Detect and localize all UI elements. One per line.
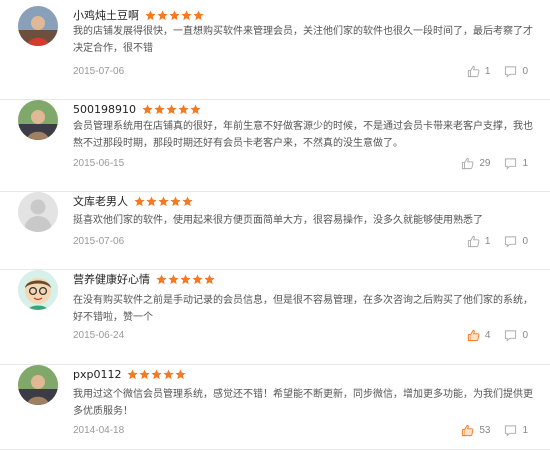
star-icon [134,195,145,207]
reviewer-name[interactable]: 小鸡炖土豆啊 [73,7,139,23]
review-header: 500198910 [73,101,202,117]
star-icon [166,103,177,115]
review-actions: 40 [453,329,528,342]
like-button[interactable]: 4 [467,329,491,342]
thumbs-up-icon [467,329,485,342]
comment-count: 1 [522,425,528,436]
star-icon [170,195,181,207]
star-rating [156,273,216,285]
like-button[interactable]: 1 [467,65,491,78]
photo-avatar-icon[interactable] [18,100,58,140]
review-actions: 53 1 [447,424,528,437]
review-actions: 10 [453,65,528,78]
thumbs-up-icon [461,157,479,170]
star-icon [163,368,175,380]
star-icon [169,9,180,21]
review-actions: 29 1 [447,157,528,170]
like-count: 53 [479,425,491,436]
review-date: 2015-06-15 [73,158,125,169]
like-button[interactable]: 53 [461,424,490,437]
review-header: 营养健康好心情 [73,271,216,287]
review-item: 文库老男人挺喜欢他们家的软件，使用起来很方便页面简单大方，很容易操作，没多久就能… [0,192,550,270]
reviewer-name[interactable]: 文库老男人 [73,193,128,209]
reviewer-name[interactable]: 营养健康好心情 [73,271,150,287]
star-icon [145,9,156,21]
star-icon [204,273,215,285]
review-header: 小鸡炖土豆啊 [73,7,205,23]
review-list: 小鸡炖土豆啊我的店铺发展得很快，一直想购买软件来管理会员，关注他们家的软件也很久… [0,0,550,450]
like-button[interactable]: 29 [461,157,490,170]
star-rating [127,368,187,380]
review-header: 文库老男人 [73,193,194,209]
like-count: 1 [484,66,491,77]
review-actions: 10 [453,235,528,248]
review-text: 会员管理系统用在店铺真的很好，年前生意不好做客源少的时候，不是通过会员卡带来老客… [73,121,533,149]
thumbs-up-icon [461,424,479,437]
star-icon [175,368,187,380]
star-icon [178,103,189,115]
star-icon [182,195,193,207]
comment-count: 0 [522,330,528,341]
star-rating [145,9,205,21]
comment-count: 0 [522,236,528,247]
review-date: 2015-07-06 [73,66,125,77]
like-count: 29 [479,158,491,169]
photo-avatar-icon[interactable] [18,365,58,405]
review-text: 在没有购买软件之前是手动记录的会员信息，但是很不容易管理，在多次咨询之后购买了他… [73,295,533,323]
comment-button[interactable]: 0 [504,329,528,342]
like-button[interactable]: 1 [467,235,491,248]
star-icon [157,9,168,21]
review-date: 2015-06-24 [73,330,125,341]
star-icon [168,273,179,285]
star-icon [180,273,191,285]
review-item: 小鸡炖土豆啊我的店铺发展得很快，一直想购买软件来管理会员，关注他们家的软件也很久… [0,6,550,100]
comment-icon [504,157,522,170]
thumbs-up-icon [467,65,485,78]
star-icon [156,273,167,285]
star-rating [142,103,202,115]
review-date: 2014-04-18 [73,425,125,436]
comment-button[interactable]: 1 [504,157,528,170]
comment-icon [504,424,522,437]
star-icon [151,368,163,380]
review-item: 营养健康好心情在没有购买软件之前是手动记录的会员信息，但是很不容易管理，在多次咨… [0,270,550,365]
comment-icon [504,65,522,78]
star-icon [139,368,151,380]
comment-count: 0 [522,66,528,77]
like-count: 4 [484,330,491,341]
reviewer-name[interactable]: pxp0112 [73,368,121,381]
star-icon [142,103,153,115]
review-date: 2015-07-06 [73,236,125,247]
comment-button[interactable]: 0 [504,235,528,248]
thumbs-up-icon [467,235,485,248]
review-header: pxp0112 [73,366,187,382]
comment-icon [504,329,522,342]
default-avatar-icon[interactable] [18,192,58,232]
star-rating [134,195,194,207]
review-text: 我用过这个微信会员管理系统，感觉还不错！希望能不断更新，同步微信，增加更多功能，… [73,389,533,417]
comment-button[interactable]: 0 [504,65,528,78]
star-icon [190,103,201,115]
cartoon-avatar-icon[interactable] [18,270,58,310]
photo-avatar-icon[interactable] [18,6,58,46]
star-icon [158,195,169,207]
review-item: 500198910 会员管理系统用在店铺真的很好，年前生意不好做客源少的时候，不是… [0,100,550,192]
star-icon [192,273,203,285]
like-count: 1 [484,236,491,247]
comment-count: 1 [522,158,528,169]
star-icon [154,103,165,115]
star-icon [127,368,139,380]
comment-icon [504,235,522,248]
reviewer-name[interactable]: 500198910 [73,103,136,116]
review-text: 我的店铺发展得很快，一直想购买软件来管理会员，关注他们家的软件也很久一段时间了，… [73,26,533,54]
star-icon [193,9,204,21]
star-icon [146,195,157,207]
review-item: pxp0112 我用过这个微信会员管理系统，感觉还不错！希望能不断更新，同步微信，… [0,365,550,450]
comment-button[interactable]: 1 [504,424,528,437]
star-icon [181,9,192,21]
review-text: 挺喜欢他们家的软件，使用起来很方便页面简单大方，很容易操作，没多久就能够使用熟悉… [73,215,483,226]
